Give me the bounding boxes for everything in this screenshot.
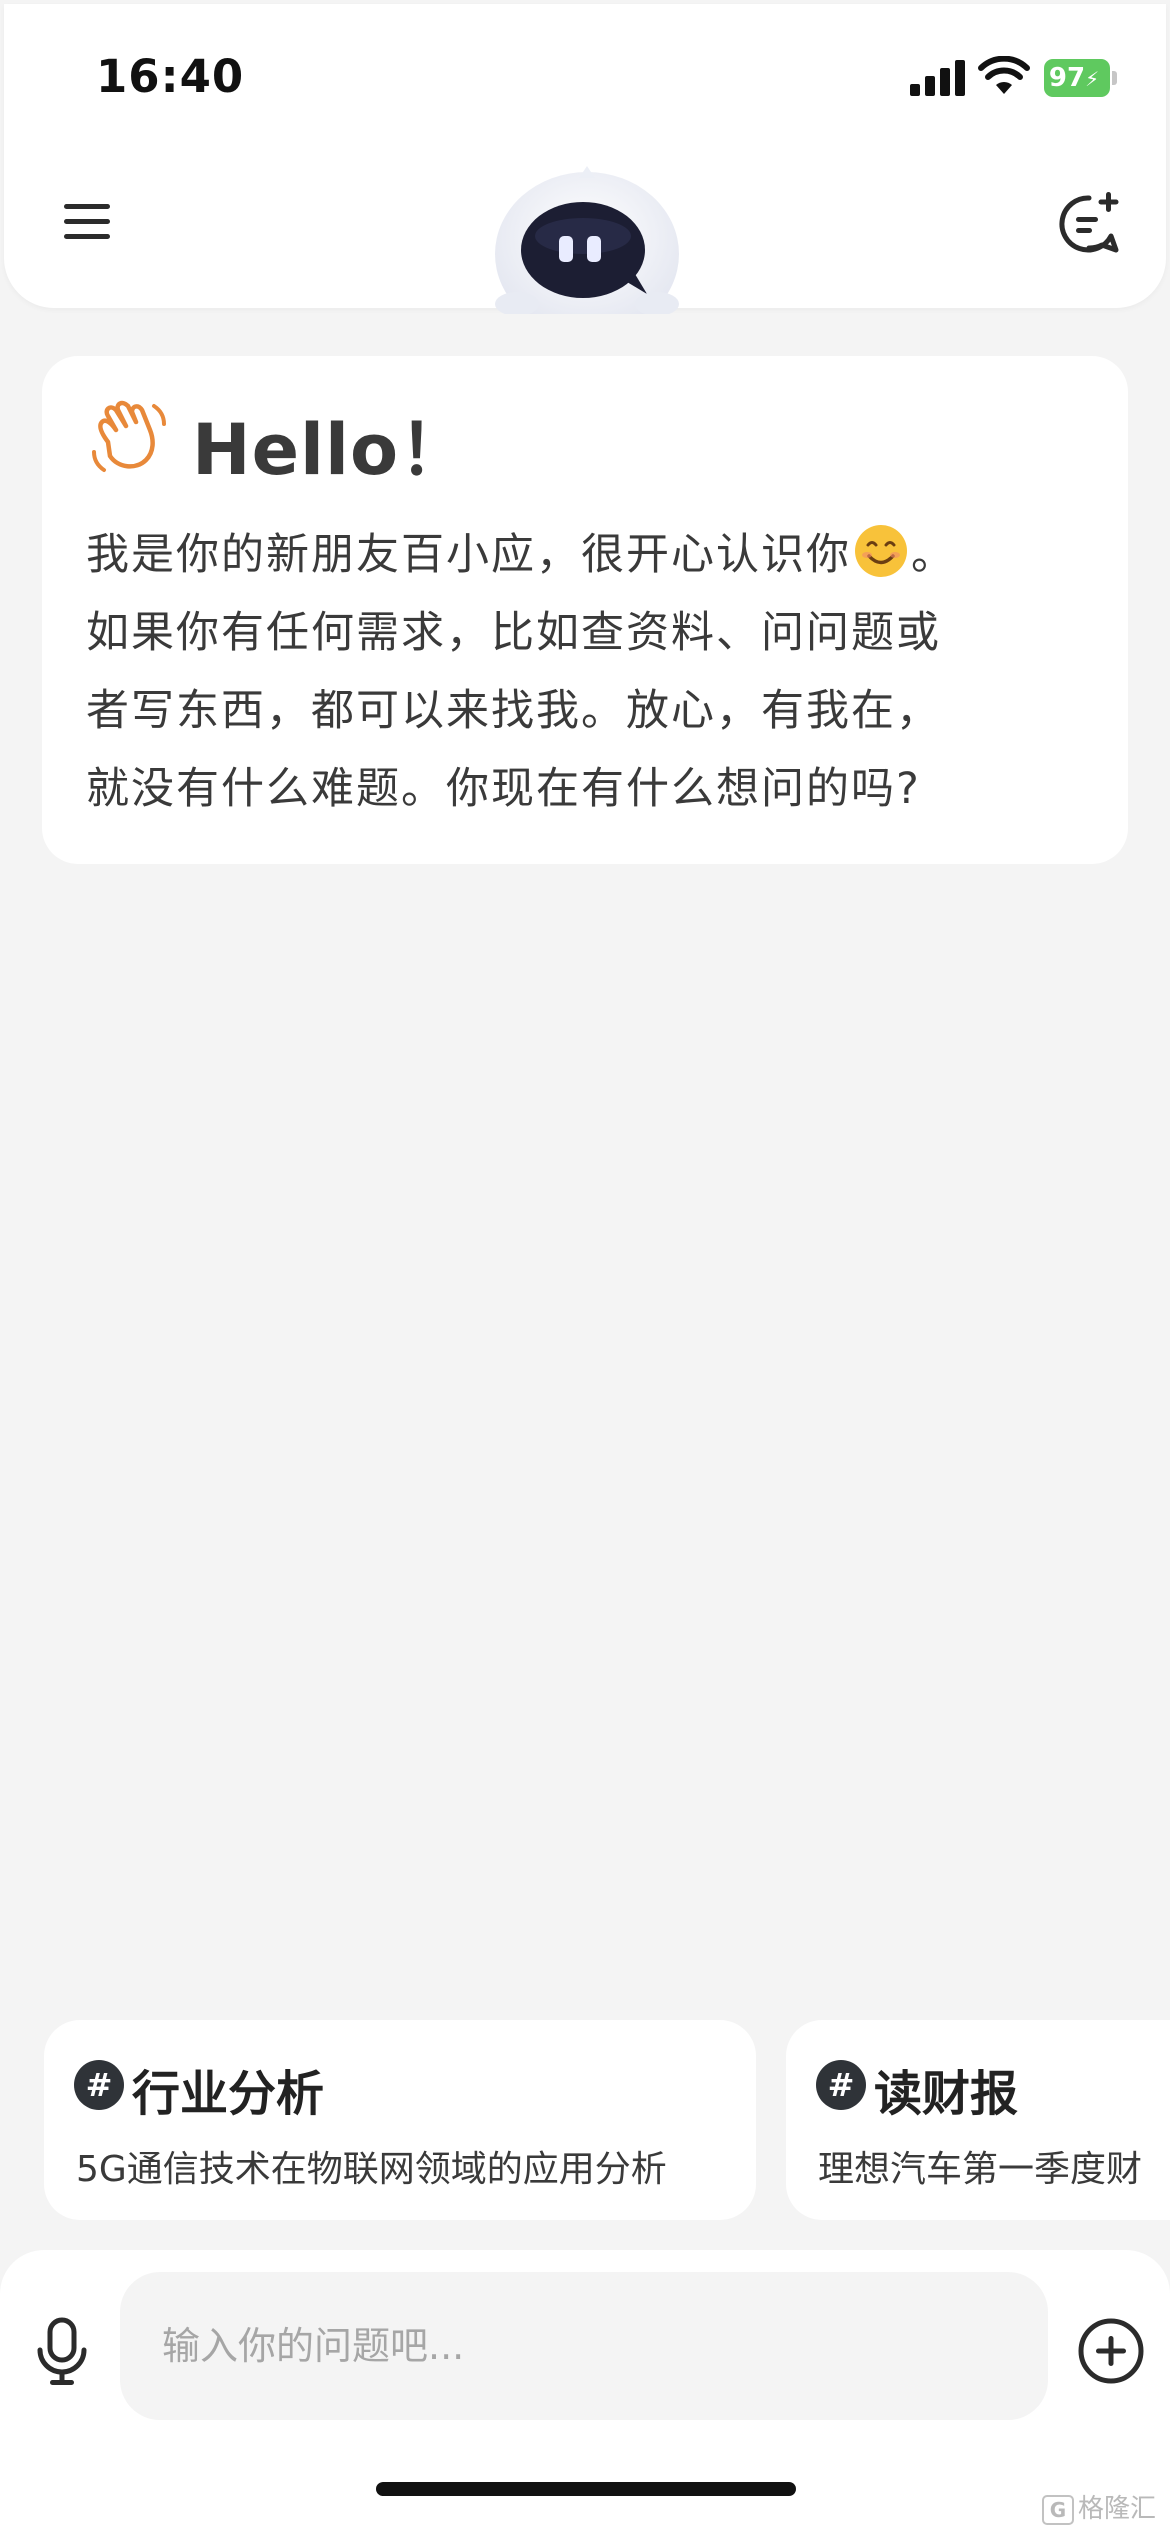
header: 16:40 97⚡ — [4, 4, 1166, 314]
battery-percent: 97 — [1048, 63, 1086, 93]
home-indicator[interactable] — [376, 2482, 796, 2496]
watermark-logo-icon: G — [1042, 2494, 1074, 2525]
greeting-title: Hello！ — [192, 409, 471, 491]
greeting-line-2: 如果你有任何需求，比如查资料、问问题或 — [86, 608, 941, 658]
greeting-line-1: 我是你的新朋友百小应，很开心认识你 。 — [86, 516, 1106, 594]
suggestion-card-read-financial-report[interactable]: # 读财报 理想汽车第一季度财 — [786, 2020, 1170, 2220]
bolt-icon: ⚡ — [1085, 67, 1100, 91]
input-bar — [0, 2250, 1170, 2532]
greeting-line-1-text: 我是你的新朋友百小应，很开心认识你 — [86, 530, 851, 580]
microphone-icon[interactable] — [30, 2316, 94, 2388]
suggestion-description: 5G通信技术在物联网领域的应用分析 — [76, 2149, 667, 2190]
app-screen: 16:40 97⚡ Hello！ 我是你的新朋友百小应，很开心认识你 。 如果你… — [0, 0, 1170, 2532]
new-chat-icon[interactable] — [1056, 190, 1122, 256]
waving-hand-icon — [92, 400, 166, 472]
greeting-line-3: 者写东西，都可以来找我。放心，有我在， — [86, 686, 941, 736]
greeting-line-4: 就没有什么难题。你现在有什么想问的吗? — [86, 764, 921, 814]
wifi-icon — [978, 56, 1030, 94]
greeting-message: 我是你的新朋友百小应，很开心认识你 。 如果你有任何需求，比如查资料、问问题或 … — [86, 516, 1106, 828]
suggestion-card-industry-analysis[interactable]: # 行业分析 5G通信技术在物联网领域的应用分析 — [44, 2020, 756, 2220]
greeting-line-1-end: 。 — [911, 530, 956, 580]
greeting-card: Hello！ 我是你的新朋友百小应，很开心认识你 。 如果你有任何需求，比如查资… — [42, 356, 1128, 864]
plus-circle-icon[interactable] — [1076, 2316, 1146, 2386]
question-input[interactable] — [120, 2272, 1048, 2420]
hashtag-icon: # — [74, 2060, 124, 2110]
robot-avatar — [495, 166, 679, 314]
status-time: 16:40 — [96, 50, 245, 103]
watermark-text: 格隆汇 — [1078, 2494, 1157, 2524]
battery-level: 97⚡ — [1044, 59, 1104, 97]
watermark: G 格隆汇 — [1042, 2488, 1162, 2525]
hamburger-menu-icon[interactable] — [60, 194, 114, 248]
battery-cap — [1112, 71, 1117, 85]
signal-icon — [910, 60, 965, 96]
hashtag-icon: # — [816, 2060, 866, 2110]
suggestion-title: 读财报 — [874, 2066, 1019, 2122]
suggestion-description: 理想汽车第一季度财 — [818, 2149, 1143, 2190]
suggestion-title: 行业分析 — [132, 2066, 325, 2122]
battery-charging-icon: 97⚡ — [1044, 59, 1117, 97]
smiling-face-emoji-icon — [855, 525, 907, 577]
